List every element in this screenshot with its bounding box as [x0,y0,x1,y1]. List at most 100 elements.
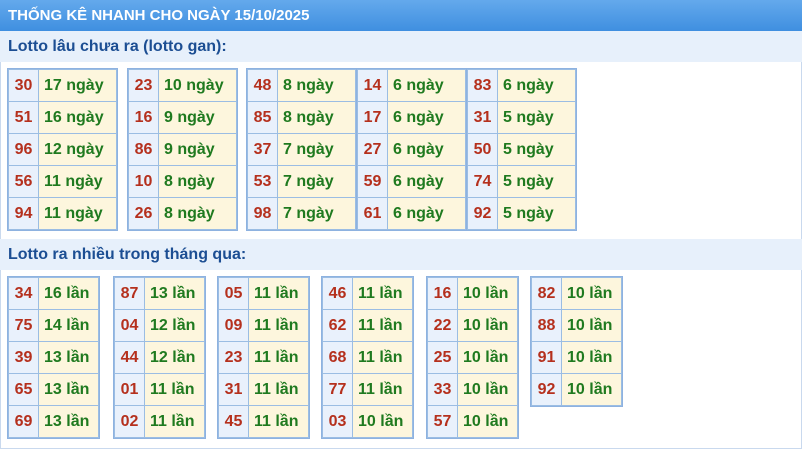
lotto-number: 92 [531,373,562,406]
lotto-number: 51 [8,101,39,134]
nhieu-table: 46 11 lần 62 11 lần 68 11 lần 77 11 lần 03 10 lần [322,277,413,438]
table-row: 92 10 lần [531,373,622,406]
lotto-number: 82 [531,277,562,310]
page-title: THỐNG KÊ NHANH CHO NGÀY 15/10/2025 [0,0,802,31]
lotto-number: 44 [114,341,145,374]
table-row: 86 9 ngày [128,133,237,166]
days-count: 17 ngày [38,69,117,102]
table-row: 33 10 lần [427,373,518,406]
lotto-number: 31 [218,373,249,406]
lotto-number: 74 [467,165,498,198]
gan-group: 83 6 ngày 31 5 ngày 50 5 ngày 74 5 ngày 92 5 ngày [466,68,577,231]
lotto-number: 59 [357,165,388,198]
lotto-number: 23 [128,69,159,102]
nhieu-group: 82 10 lần 88 10 lần 91 10 lần 92 10 lần [530,276,623,407]
table-row: 59 6 ngày [357,165,466,198]
days-count: 8 ngày [158,197,237,230]
days-count: 6 ngày [387,101,466,134]
table-row: 82 10 lần [531,277,622,310]
lotto-number: 01 [114,373,145,406]
table-row: 46 11 lần [322,277,413,310]
times-count: 13 lần [144,277,205,310]
lotto-number: 25 [427,341,458,374]
table-row: 04 12 lần [114,309,205,342]
lotto-number: 31 [467,101,498,134]
lotto-number: 33 [427,373,458,406]
table-row: 98 7 ngày [247,197,356,230]
days-count: 16 ngày [38,101,117,134]
table-row: 23 10 ngày [128,69,237,102]
days-count: 9 ngày [158,101,237,134]
lotto-number: 86 [128,133,159,166]
times-count: 11 lần [352,373,413,406]
lotto-number: 09 [218,309,249,342]
nhieu-group: 46 11 lần 62 11 lần 68 11 lần 77 11 lần 03 10 lần [321,276,414,439]
nhieu-table: 82 10 lần 88 10 lần 91 10 lần 92 10 lần [531,277,622,406]
lotto-number: 69 [8,405,39,438]
lotto-number: 91 [531,341,562,374]
table-row: 17 6 ngày [357,101,466,134]
table-row: 51 16 ngày [8,101,117,134]
table-row: 25 10 lần [427,341,518,374]
nhieu-table: 05 11 lần 09 11 lần 23 11 lần 31 11 lần 45 11 lần [218,277,309,438]
times-count: 10 lần [457,277,518,310]
table-row: 30 17 ngày [8,69,117,102]
lotto-number: 85 [247,101,278,134]
table-row: 05 11 lần [218,277,309,310]
days-count: 5 ngày [497,101,576,134]
lotto-number: 22 [427,309,458,342]
gan-group: 30 17 ngày 51 16 ngày 96 12 ngày 56 11 ngày 94 11… [7,68,118,231]
table-row: 88 10 lần [531,309,622,342]
table-row: 16 9 ngày [128,101,237,134]
table-row: 31 5 ngày [467,101,576,134]
times-count: 11 lần [248,373,309,406]
times-count: 11 lần [248,341,309,374]
times-count: 10 lần [457,405,518,438]
lotto-number: 48 [247,69,278,102]
table-row: 87 13 lần [114,277,205,310]
lotto-number: 04 [114,309,145,342]
lotto-number: 98 [247,197,278,230]
days-count: 5 ngày [497,197,576,230]
table-row: 57 10 lần [427,405,518,438]
times-count: 10 lần [561,309,622,342]
nhieu-group: 34 16 lần 75 14 lần 39 13 lần 65 13 lần 69 13 lần [7,276,100,439]
lotto-number: 62 [322,309,353,342]
section-heading-lotto-ra-nhieu: Lotto ra nhiều trong tháng qua: [0,239,802,270]
lotto-number: 77 [322,373,353,406]
table-row: 34 16 lần [8,277,99,310]
lotto-number: 92 [467,197,498,230]
lotto-number: 02 [114,405,145,438]
lotto-number: 27 [357,133,388,166]
days-count: 10 ngày [158,69,237,102]
table-row: 26 8 ngày [128,197,237,230]
times-count: 11 lần [352,277,413,310]
days-count: 7 ngày [277,197,356,230]
lotto-number: 68 [322,341,353,374]
table-row: 94 11 ngày [8,197,117,230]
days-count: 9 ngày [158,133,237,166]
gan-table: 48 8 ngày 85 8 ngày 37 7 ngày 53 7 ngày 98 7 ngày [247,69,356,230]
times-count: 11 lần [248,277,309,310]
table-row: 48 8 ngày [247,69,356,102]
lotto-number: 46 [322,277,353,310]
table-row: 23 11 lần [218,341,309,374]
days-count: 11 ngày [38,165,117,198]
table-row: 74 5 ngày [467,165,576,198]
gan-group: 14 6 ngày 17 6 ngày 27 6 ngày 59 6 ngày 61 6 ngày [356,68,467,231]
table-row: 56 11 ngày [8,165,117,198]
days-count: 8 ngày [277,101,356,134]
table-row: 65 13 lần [8,373,99,406]
lotto-number: 65 [8,373,39,406]
nhieu-group: 87 13 lần 04 12 lần 44 12 lần 01 11 lần 02 11 lần [113,276,206,439]
lotto-number: 50 [467,133,498,166]
days-count: 5 ngày [497,133,576,166]
times-count: 10 lần [457,341,518,374]
table-row: 62 11 lần [322,309,413,342]
times-count: 11 lần [248,309,309,342]
lotto-number: 10 [128,165,159,198]
days-count: 12 ngày [38,133,117,166]
gan-table: 14 6 ngày 17 6 ngày 27 6 ngày 59 6 ngày 61 6 ngày [357,69,466,230]
table-row: 31 11 lần [218,373,309,406]
times-count: 10 lần [352,405,413,438]
